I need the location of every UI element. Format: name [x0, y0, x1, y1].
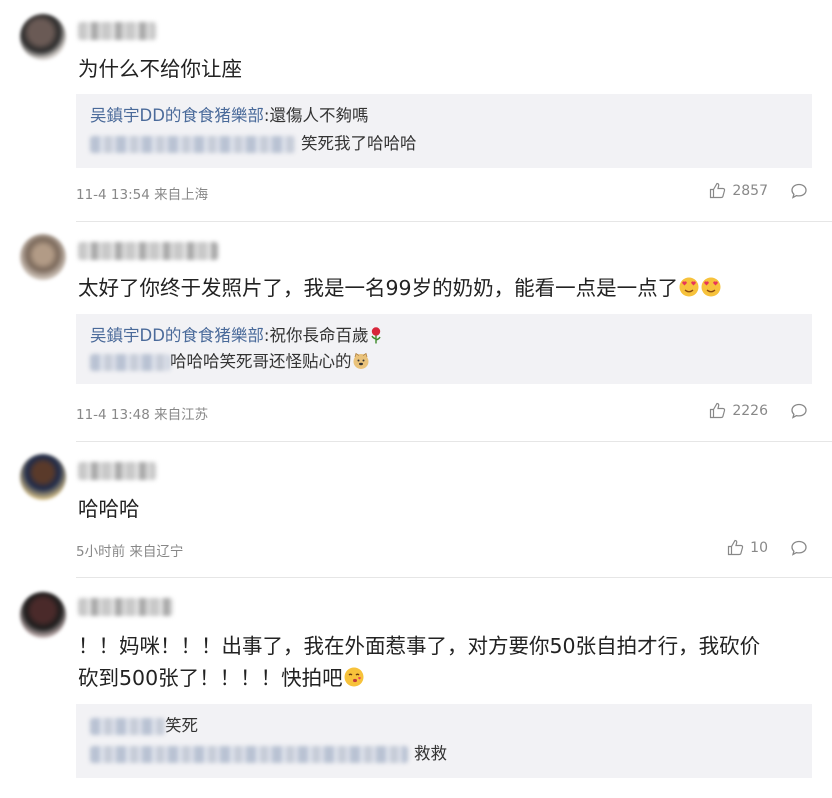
comment-bubble-icon[interactable]: [790, 402, 808, 420]
comment-item: 哈哈哈 5小时前 来自辽宁 10: [0, 442, 832, 578]
reply-line: 吴鎮宇DD的食食猪樂部:還傷人不夠嗎: [90, 104, 368, 128]
like-count: 2857: [732, 182, 768, 199]
comment-text-content: 砍到500张了！！！！快拍吧: [78, 666, 343, 690]
like-button[interactable]: 2857: [709, 182, 768, 199]
comment-text-line1: ！！妈咪！！！出事了，我在外面惹事了，对方要你50张自拍才行，我砍价: [78, 634, 761, 658]
reply-author[interactable]: 吴鎮宇DD的食食猪樂部: [90, 106, 264, 125]
reply-box[interactable]: 笑死 救救: [76, 704, 812, 778]
reply-box[interactable]: 吴鎮宇DD的食食猪樂部:還傷人不夠嗎 笑死我了哈哈哈: [76, 94, 812, 168]
sub-reply-line: 笑死我了哈哈哈: [90, 132, 417, 156]
username[interactable]: [78, 22, 156, 40]
thumbs-up-icon: [728, 539, 744, 556]
comment-text: 太好了你终于发照片了，我是一名99岁的奶奶，能看一点是一点了: [78, 272, 810, 304]
thumbs-up-icon: [710, 182, 726, 199]
username[interactable]: [78, 242, 218, 260]
avatar[interactable]: [20, 14, 66, 60]
avatar[interactable]: [20, 234, 66, 280]
comment-text: 为什么不给你让座: [78, 57, 242, 81]
comment-item: 太好了你终于发照片了，我是一名99岁的奶奶，能看一点是一点了 吴鎮宇DD的食食猪…: [0, 222, 832, 442]
comment-time: 11-4 13:48: [76, 407, 150, 423]
comment-location: 来自辽宁: [129, 544, 184, 560]
kiss-emoji-icon: [344, 667, 364, 687]
thumbs-up-icon: [710, 402, 726, 419]
blurred-username[interactable]: [90, 746, 408, 763]
like-button[interactable]: 2226: [709, 402, 768, 419]
comment-item: ！！妈咪！！！出事了，我在外面惹事了，对方要你50张自拍才行，我砍价 砍到500…: [0, 578, 832, 798]
reply-text: :還傷人不夠嗎: [263, 106, 369, 125]
comment-meta: 11-4 13:54 来自上海: [76, 183, 208, 203]
sub-reply-text: 哈哈哈笑死哥还怪贴心的: [170, 352, 352, 371]
reply-line: 吴鎮宇DD的食食猪樂部:祝你長命百歲: [90, 324, 384, 348]
comment-bubble-icon[interactable]: [790, 539, 808, 557]
comment-location: 来自江苏: [154, 407, 209, 423]
comment-text-line2: 砍到500张了！！！！快拍吧: [78, 662, 810, 694]
like-count: 2226: [732, 402, 768, 419]
comment-time: 11-4 13:54: [76, 187, 150, 203]
blurred-username[interactable]: [90, 354, 170, 371]
comment-meta: 11-4 13:48 来自江苏: [76, 403, 208, 423]
comment-item: 为什么不给你让座 吴鎮宇DD的食食猪樂部:還傷人不夠嗎 笑死我了哈哈哈 11-4…: [0, 0, 832, 222]
reply-text: 笑死: [165, 716, 198, 735]
comment-text: 哈哈哈: [78, 497, 140, 521]
blurred-username[interactable]: [90, 718, 165, 735]
username[interactable]: [78, 462, 156, 480]
sub-reply-line: 救救: [90, 742, 447, 766]
like-button[interactable]: 10: [727, 539, 768, 556]
heart-eyes-emoji-icon: [679, 277, 699, 297]
blurred-username[interactable]: [90, 136, 295, 153]
sub-reply-line: 哈哈哈笑死哥还怪贴心的: [90, 350, 370, 374]
avatar[interactable]: [20, 454, 66, 500]
reply-author[interactable]: 吴鎮宇DD的食食猪樂部: [90, 326, 264, 345]
heart-eyes-emoji-icon: [701, 277, 721, 297]
doge-emoji-icon: [353, 352, 368, 369]
rose-emoji-icon: [371, 327, 382, 344]
comment-time: 5小时前: [76, 544, 126, 560]
comment-text-content: 太好了你终于发照片了，我是一名99岁的奶奶，能看一点是一点了: [78, 276, 679, 300]
avatar[interactable]: [20, 592, 66, 638]
comment-meta: 5小时前 来自辽宁: [76, 540, 183, 560]
like-count: 10: [750, 539, 768, 556]
sub-reply-text: 救救: [414, 744, 447, 763]
reply-text: :祝你長命百歲: [263, 326, 369, 345]
reply-line: 笑死: [90, 714, 198, 738]
username[interactable]: [78, 598, 173, 616]
sub-reply-text: 笑死我了哈哈哈: [301, 134, 417, 153]
comment-bubble-icon[interactable]: [790, 182, 808, 200]
comment-location: 来自上海: [154, 187, 209, 203]
reply-box[interactable]: 吴鎮宇DD的食食猪樂部:祝你長命百歲 哈哈哈笑死哥还怪贴心的: [76, 314, 812, 384]
